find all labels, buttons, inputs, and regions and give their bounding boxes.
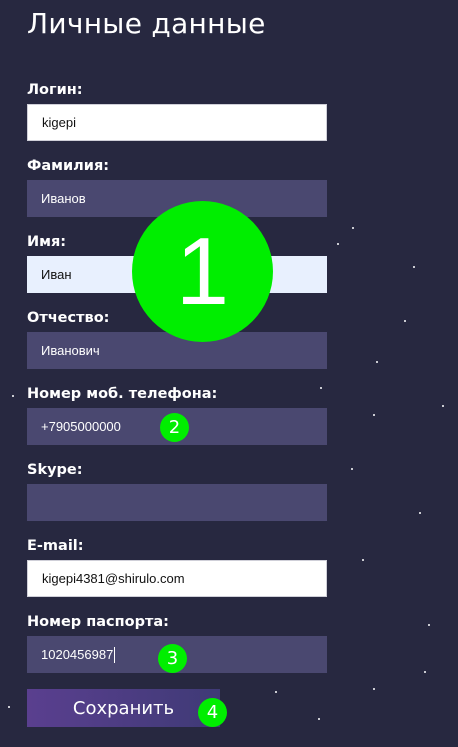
star: [373, 414, 375, 416]
skype-input[interactable]: [27, 484, 327, 521]
passport-label: Номер паспорта:: [27, 614, 169, 630]
star: [424, 671, 426, 673]
star: [318, 718, 320, 720]
phone-label: Номер моб. телефона:: [27, 386, 218, 402]
star: [320, 387, 322, 389]
star: [12, 395, 14, 397]
star: [351, 468, 353, 470]
patronymic-value: Иванович: [41, 343, 100, 358]
star: [373, 688, 375, 690]
surname-value: Иванов: [41, 191, 86, 206]
email-value: kigepi4381@shirulo.com: [42, 571, 185, 586]
login-input[interactable]: kigepi: [27, 104, 327, 141]
star: [376, 361, 378, 363]
annotation-marker-1: 1: [132, 201, 273, 342]
annotation-marker-2: 2: [160, 413, 189, 442]
star: [8, 706, 10, 708]
name-label: Имя:: [27, 234, 67, 250]
skype-label: Skype:: [27, 462, 83, 478]
star: [362, 559, 364, 561]
star: [404, 320, 406, 322]
star: [419, 512, 421, 514]
email-input[interactable]: kigepi4381@shirulo.com: [27, 560, 327, 597]
star: [352, 227, 354, 229]
name-value: Иван: [41, 267, 72, 282]
star: [275, 691, 277, 693]
star: [428, 624, 430, 626]
patronymic-label: Отчество:: [27, 310, 110, 326]
text-caret: [114, 646, 116, 663]
star: [413, 266, 415, 268]
email-label: E-mail:: [27, 538, 84, 554]
annotation-marker-3: 3: [158, 644, 187, 673]
phone-value: +7905000000: [41, 419, 121, 434]
login-label: Логин:: [27, 82, 83, 98]
star: [337, 243, 339, 245]
save-button[interactable]: Сохранить: [27, 689, 220, 727]
surname-label: Фамилия:: [27, 158, 110, 174]
login-value: kigepi: [42, 115, 76, 130]
passport-value: 1020456987: [41, 647, 114, 662]
annotation-marker-4: 4: [198, 698, 227, 727]
page-title: Личные данные: [27, 7, 266, 40]
star: [442, 405, 444, 407]
